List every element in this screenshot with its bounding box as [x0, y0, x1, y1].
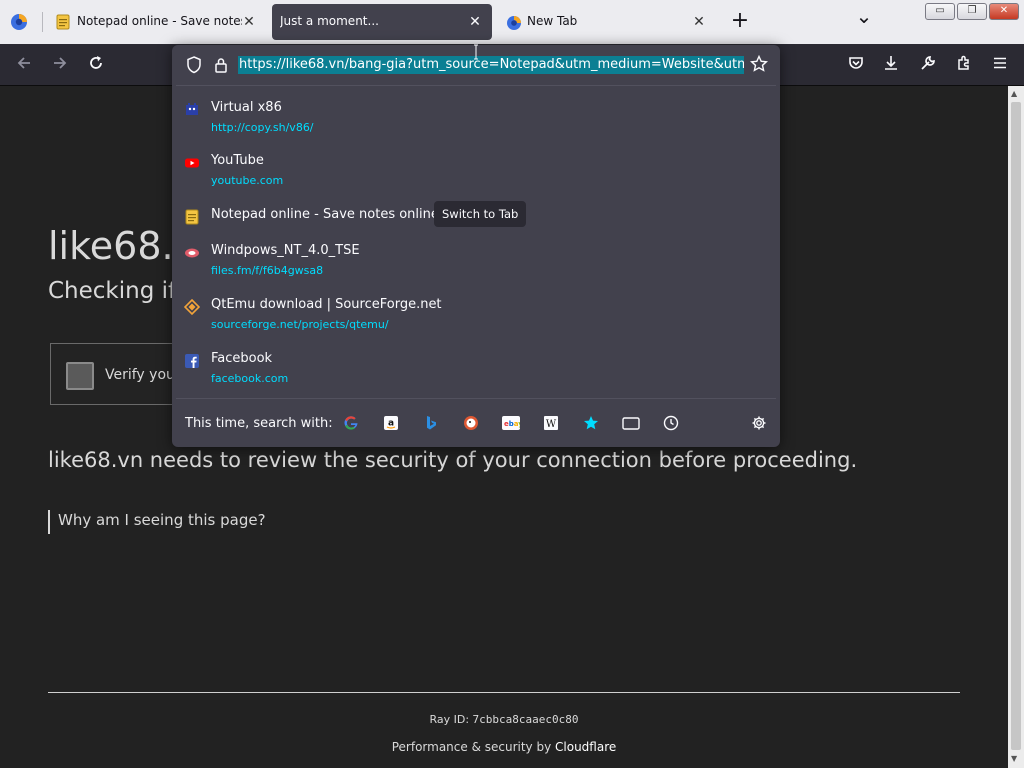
verify-checkbox[interactable]: [66, 362, 94, 390]
result-title: QtEmu download | SourceForge.net: [211, 297, 442, 312]
result-url: files.fm/f/f6b4gwsa8: [211, 264, 324, 277]
restore-button[interactable]: ❐: [957, 3, 987, 20]
duckduckgo-icon[interactable]: [461, 413, 481, 433]
tab-notepad[interactable]: Notepad online - Save notes online ✕: [48, 4, 266, 40]
google-icon[interactable]: [341, 413, 361, 433]
minimize-button[interactable]: ▭: [925, 3, 955, 20]
wrench-icon[interactable]: [917, 54, 939, 76]
ebay-icon[interactable]: ebay: [501, 413, 521, 433]
downloads-icon[interactable]: [880, 54, 902, 76]
performance-credit: Performance & security by Cloudflare: [0, 740, 1008, 754]
extensions-icon[interactable]: [953, 54, 975, 76]
firefox-view-icon[interactable]: [10, 13, 28, 31]
ray-id-value: 7cbbca8caaec0c80: [472, 713, 579, 726]
menu-icon[interactable]: [989, 54, 1011, 76]
notepad-icon: [184, 209, 200, 225]
new-tab-button[interactable]: +: [729, 10, 751, 32]
close-tab-icon[interactable]: ✕: [240, 13, 258, 31]
tab-title: Just a moment...: [280, 14, 379, 28]
close-window-button[interactable]: ✕: [989, 3, 1019, 20]
result-files-fm[interactable]: Windpows_NT_4.0_TSE files.fm/f/f6b4gwsa8: [184, 243, 768, 283]
cloudflare-link[interactable]: Cloudflare: [555, 740, 616, 754]
wikipedia-icon[interactable]: W: [541, 413, 561, 433]
svg-text:ebay: ebay: [504, 420, 520, 428]
youtube-icon: [184, 155, 200, 171]
scroll-up-icon[interactable]: ▲: [1011, 89, 1017, 98]
performance-label: Performance & security by: [391, 740, 556, 754]
result-qtemu[interactable]: QtEmu download | SourceForge.net sourcef…: [183, 297, 768, 337]
page-scrollbar[interactable]: ▲ ▼: [1008, 86, 1024, 768]
back-icon[interactable]: [13, 54, 35, 76]
scrollbar-thumb[interactable]: [1011, 102, 1021, 750]
bing-icon[interactable]: [421, 413, 441, 433]
bookmarks-icon[interactable]: [581, 413, 601, 433]
result-virtual-x86[interactable]: Virtual x86 http://copy.sh/v86/: [184, 100, 768, 140]
why-link[interactable]: Why am I seeing this page?: [48, 510, 266, 534]
result-url: youtube.com: [211, 174, 284, 187]
result-url: facebook.com: [211, 372, 289, 385]
urlbar-divider: [176, 85, 776, 86]
forward-icon[interactable]: [49, 54, 71, 76]
history-icon[interactable]: [661, 413, 681, 433]
lock-icon[interactable]: [214, 56, 228, 74]
scroll-down-icon[interactable]: ▼: [1011, 754, 1017, 763]
tab-strip: Notepad online - Save notes online ✕ Jus…: [0, 0, 1024, 44]
ray-id: Ray ID: 7cbbca8caaec0c80: [0, 713, 1008, 726]
review-text: like68.vn needs to review the security o…: [48, 448, 858, 472]
result-youtube[interactable]: YouTube youtube.com: [184, 153, 768, 193]
sourceforge-icon: [183, 298, 201, 316]
list-all-tabs-button[interactable]: ⌄: [852, 6, 876, 30]
search-with-label: This time, search with:: [185, 416, 333, 431]
switch-to-tab-badge[interactable]: Switch to Tab: [434, 201, 527, 227]
result-facebook[interactable]: Facebook facebook.com: [184, 351, 768, 391]
result-title: Notepad online - Save notes online: [211, 207, 439, 222]
reload-icon[interactable]: [85, 54, 107, 76]
result-url: http://copy.sh/v86/: [211, 121, 314, 134]
footer-divider: [48, 692, 960, 693]
filesfm-icon: [184, 245, 200, 261]
close-tab-icon[interactable]: ✕: [690, 13, 708, 31]
svg-text:W: W: [546, 419, 557, 430]
url-input[interactable]: https://like68.vn/bang-gia?utm_source=No…: [238, 56, 744, 74]
urlbar-dropdown: https://like68.vn/bang-gia?utm_source=No…: [172, 45, 780, 447]
result-title: YouTube: [211, 153, 264, 168]
why-link-text: Why am I seeing this page?: [58, 511, 266, 529]
engines-divider: [176, 398, 776, 399]
search-settings-gear-icon[interactable]: [749, 413, 769, 433]
result-url: sourceforge.net/projects/qtemu/: [211, 318, 389, 331]
v86-icon: [184, 102, 200, 118]
close-tab-icon[interactable]: ✕: [466, 13, 484, 31]
notepad-icon: [56, 14, 70, 30]
firefox-icon: [506, 15, 522, 31]
tracking-shield-icon[interactable]: [186, 56, 202, 74]
tab-new-tab[interactable]: New Tab ✕: [498, 4, 716, 40]
tab-just-a-moment[interactable]: Just a moment... ✕: [272, 4, 492, 40]
text-cursor-icon: [473, 44, 478, 60]
amazon-icon[interactable]: a: [381, 413, 401, 433]
tab-title: New Tab: [527, 14, 578, 28]
ray-id-label: Ray ID:: [429, 713, 473, 726]
result-title: Facebook: [211, 351, 273, 366]
svg-text:a: a: [388, 419, 394, 429]
tabs-icon[interactable]: [621, 413, 641, 433]
pocket-icon[interactable]: [845, 54, 867, 76]
facebook-icon: [184, 353, 200, 369]
result-title: Virtual x86: [211, 100, 282, 115]
bookmark-star-icon[interactable]: [749, 54, 769, 73]
tab-title: Notepad online - Save notes online: [77, 14, 242, 28]
result-title: Windpows_NT_4.0_TSE: [211, 243, 360, 258]
